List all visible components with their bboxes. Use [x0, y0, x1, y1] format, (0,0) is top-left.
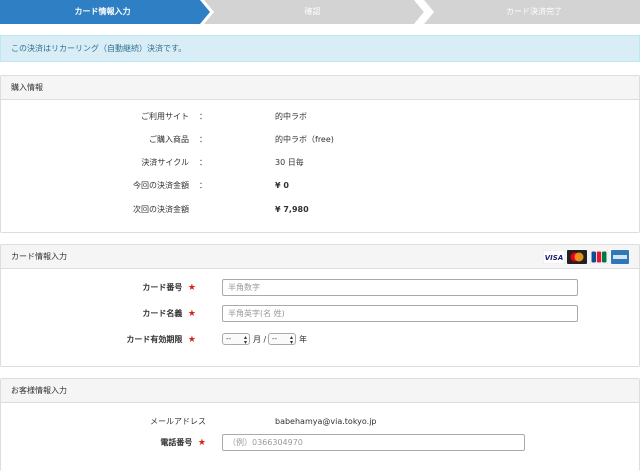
card-name-label-text: カード名義: [142, 309, 183, 318]
recurring-notice: この決済はリカーリング（自動継続）決済です。: [0, 35, 640, 62]
mastercard-icon: [567, 250, 587, 264]
purchase-row-current-amount: 今回の決済金額 ： ¥ 0: [1, 178, 640, 194]
card-info-title: カード情報入力: [11, 252, 67, 261]
card-number-row: カード番号 ★: [1, 279, 640, 297]
jcb-icon: [590, 250, 608, 264]
row-colon: ：: [199, 158, 207, 167]
customer-info-panel: お客様情報入力 メールアドレス babehamya@via.tokyo.jp 電…: [0, 378, 640, 471]
phone-input[interactable]: [222, 434, 525, 451]
select-arrows-icon: ▴ ▾: [243, 334, 247, 346]
year-unit: 年: [299, 335, 307, 344]
amex-icon: [611, 250, 629, 264]
required-mark: ★: [197, 438, 206, 448]
row-colon: ：: [199, 112, 207, 121]
row-colon: ：: [199, 181, 207, 190]
email-value: babehamya@via.tokyo.jp: [275, 417, 377, 426]
month-unit: 月 /: [253, 335, 267, 344]
card-expiry-label: カード有効期限 ★: [36, 332, 196, 348]
visa-icon: VISA: [543, 250, 565, 264]
email-label: メールアドレス: [150, 417, 206, 426]
card-number-label: カード番号 ★: [36, 279, 196, 297]
card-name-row: カード名義 ★: [1, 305, 640, 323]
card-number-label-text: カード番号: [142, 283, 183, 292]
purchase-row-cycle: 決済サイクル ： 30 日毎: [1, 155, 640, 171]
required-mark: ★: [187, 283, 196, 293]
step-card-input: カード情報入力: [74, 7, 131, 16]
expiry-year-value: --: [272, 335, 278, 343]
row-colon: ：: [199, 135, 207, 144]
purchase-row-next-amount: 次回の決済金額 ¥ 7,980: [1, 202, 640, 218]
card-expiry-label-text: カード有効期限: [126, 335, 183, 344]
expiry-month-value: --: [226, 335, 232, 343]
customer-info-title: お客様情報入力: [1, 379, 639, 403]
row-value: ¥ 0: [275, 181, 289, 190]
purchase-row-product: ご購入商品 ： 的中ラボ（free): [1, 132, 640, 148]
row-label: 次回の決済金額: [133, 205, 189, 214]
card-number-input[interactable]: [222, 279, 578, 296]
purchase-info-panel: 購入情報 ご利用サイト ： 的中ラボ ご購入商品 ： 的中ラボ（free) 決済…: [0, 75, 640, 233]
row-value: 的中ラボ（free): [275, 135, 334, 144]
select-arrows-icon: ▴ ▾: [289, 334, 293, 346]
required-mark: ★: [187, 309, 196, 319]
row-label: ご購入商品: [149, 135, 189, 144]
purchase-info-title: 購入情報: [1, 76, 639, 100]
row-value: 30 日毎: [275, 158, 304, 167]
card-info-panel: カード情報入力 VISA カード番号 ★ 半角数字 カード名義 ★ 半角英字(名…: [0, 244, 640, 367]
card-name-input[interactable]: [222, 305, 578, 322]
phone-label: 電話番号 ★: [46, 434, 206, 452]
row-value: 的中ラボ: [275, 112, 307, 121]
row-value: ¥ 7,980: [275, 205, 309, 214]
card-expiry-row: カード有効期限 ★ -- ▴ ▾ 月 / -- ▴ ▾ 年: [1, 332, 640, 348]
email-row: メールアドレス babehamya@via.tokyo.jp: [1, 414, 640, 430]
phone-row: 電話番号 ★: [1, 434, 640, 452]
purchase-row-site: ご利用サイト ： 的中ラボ: [1, 109, 640, 125]
visa-text: VISA: [545, 254, 563, 262]
row-label: ご利用サイト: [141, 112, 189, 121]
expiry-month-select[interactable]: -- ▴ ▾: [222, 333, 250, 346]
step-confirm: 確認: [304, 7, 321, 16]
card-info-header: カード情報入力 VISA: [1, 245, 639, 269]
required-mark: ★: [187, 335, 196, 345]
expiry-year-select[interactable]: -- ▴ ▾: [268, 333, 296, 346]
phone-label-text: 電話番号: [160, 438, 193, 447]
row-label: 決済サイクル: [141, 158, 189, 167]
card-name-label: カード名義 ★: [36, 305, 196, 323]
step-complete: カード決済完了: [506, 7, 562, 16]
checkout-steps: カード情報入力 確認 カード決済完了: [0, 0, 640, 24]
row-label: 今回の決済金額: [133, 181, 189, 190]
card-brands: VISA: [543, 250, 629, 264]
